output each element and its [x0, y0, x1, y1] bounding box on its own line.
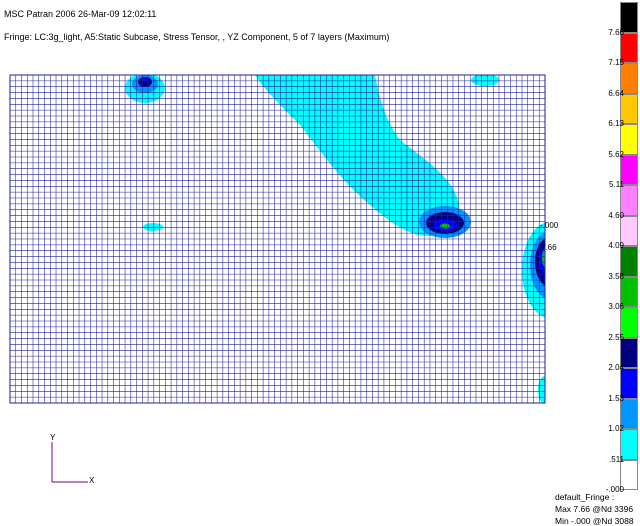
- fringe-contours: [125, 75, 545, 403]
- mesh-lines: [10, 75, 545, 403]
- legend-label: 5.11: [609, 180, 624, 189]
- max-marker-label: 7.66: [541, 243, 557, 252]
- legend-label: 4.09: [608, 241, 624, 250]
- x-axis-label: X: [89, 476, 95, 485]
- legend-label: 1.53: [608, 393, 624, 403]
- legend-label: 4.60: [608, 210, 624, 220]
- legend-label: 7.66: [608, 27, 624, 37]
- legend-label: 1.02: [608, 424, 624, 433]
- legend-label: .511: [609, 454, 624, 464]
- legend-label: 5.62: [608, 149, 624, 159]
- footer-fringe-name: default_Fringe :: [555, 492, 615, 502]
- y-axis-label: Y: [50, 433, 56, 442]
- legend-label: 6.13: [608, 119, 624, 128]
- axis-triad: [51, 442, 88, 483]
- finite-element-mesh: [10, 75, 545, 403]
- min-marker-label: -.000: [540, 221, 559, 230]
- legend-label: 2.55: [608, 332, 624, 342]
- legend-label: 2.04: [608, 363, 624, 372]
- legend-label: 7.15: [608, 58, 624, 67]
- legend-label: 3.06: [608, 302, 624, 311]
- fringe-plot-viewport[interactable]: [0, 0, 640, 525]
- legend-label: 6.64: [608, 88, 624, 98]
- footer-max: Max 7.66 @Nd 3396: [555, 504, 634, 514]
- legend-label: 3.58: [608, 271, 624, 281]
